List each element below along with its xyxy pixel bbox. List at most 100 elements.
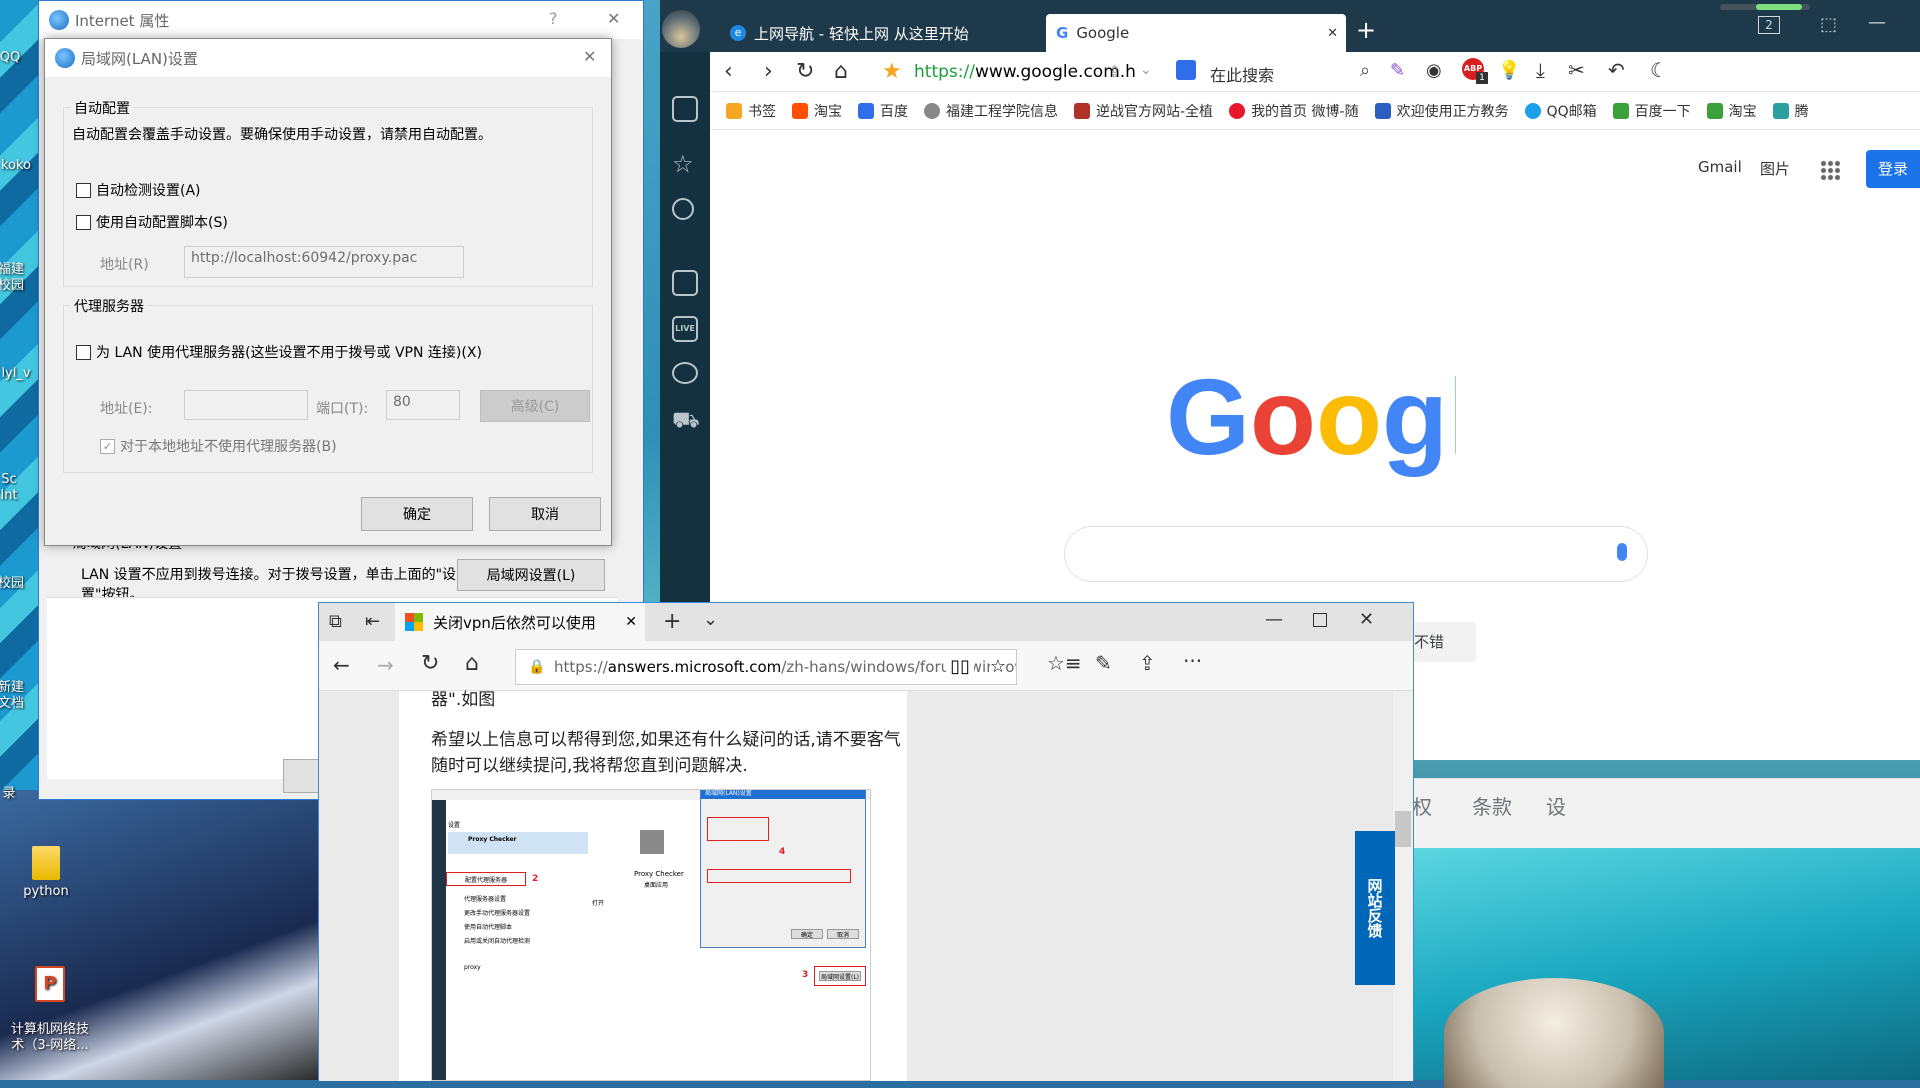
bookmark-item[interactable]: 淘宝 (1706, 101, 1757, 121)
close-icon[interactable]: ✕ (1359, 609, 1374, 630)
undo-icon[interactable]: ↶ (1608, 58, 1625, 82)
tab-close-icon[interactable]: ✕ (1327, 26, 1338, 41)
advanced-button[interactable]: 高级(C) (480, 390, 590, 422)
close-button[interactable]: ✕ (607, 9, 620, 28)
desktop-icon-campus[interactable]: 校园 (0, 576, 36, 592)
bookmark-item[interactable]: 腾 (1772, 101, 1809, 121)
back-icon[interactable]: ‹ (724, 60, 733, 84)
script-address-input[interactable]: http://localhost:60942/proxy.pac (184, 246, 464, 278)
desktop-icon-fujian[interactable]: 福建 校园 (0, 262, 36, 294)
window-count-badge[interactable]: 2 (1758, 16, 1780, 34)
home-icon[interactable]: ⌂ (465, 651, 479, 676)
tab-navigation[interactable]: e 上网导航 - 轻快上网 从这里开始 (720, 14, 1036, 52)
sidebar-live-icon[interactable]: LIVE (672, 316, 698, 342)
more-menu-icon[interactable]: ··· (1183, 649, 1202, 673)
scrollbar-thumb[interactable] (1395, 811, 1411, 847)
maximize-icon[interactable] (1313, 613, 1327, 627)
user-avatar[interactable] (662, 10, 700, 48)
reading-view-icon[interactable]: ▯▯ (946, 650, 974, 684)
bookmark-item[interactable]: 欢迎使用正方教务 (1374, 101, 1509, 121)
skin-icon[interactable]: ⬚ (1820, 14, 1837, 35)
desktop-icon-python[interactable]: python (6, 846, 86, 900)
pen-extension-icon[interactable]: ✎ (1390, 60, 1405, 81)
share-icon[interactable]: ⇪ (1139, 651, 1156, 675)
forward-icon[interactable]: › (764, 60, 773, 84)
minimize-icon[interactable]: — (1868, 12, 1886, 33)
desktop-icon-label: 新建 文档 (0, 680, 24, 711)
settings-link[interactable]: 设 (1546, 791, 1566, 820)
new-tab-button[interactable]: + (1356, 16, 1376, 44)
sidebar-search-icon[interactable] (672, 198, 694, 220)
bookmark-item[interactable]: 逆战官方网站-全植 (1074, 101, 1213, 121)
close-button[interactable]: ✕ (583, 47, 596, 66)
address-bar[interactable]: https://www.google.com.h (914, 62, 1136, 82)
desktop-icon-newdoc[interactable]: 新建 文档 (0, 680, 36, 712)
images-link[interactable]: 图片 (1760, 158, 1790, 179)
back-icon[interactable]: ← (333, 653, 350, 677)
gmail-link[interactable]: Gmail (1698, 158, 1742, 176)
login-button[interactable]: 登录 (1866, 150, 1920, 188)
tab-google[interactable]: G Google ✕ (1046, 14, 1346, 52)
screenshot-scissors-icon[interactable]: ✂ (1568, 58, 1585, 82)
set-aside-tabs-icon[interactable]: ⇤ (365, 611, 380, 632)
web-note-icon[interactable]: ✎ (1095, 651, 1112, 675)
favorites-hub-icon[interactable]: ☆≡ (1047, 651, 1082, 675)
desktop-icon-sc[interactable]: Sc Int (0, 472, 34, 504)
refresh-icon[interactable]: ↻ (421, 651, 439, 676)
sidebar-cart-icon[interactable]: ⛟ (672, 408, 700, 436)
sidebar-notes-icon[interactable] (672, 96, 698, 122)
ok-button[interactable]: 确定 (361, 497, 473, 531)
bookmark-item[interactable]: 百度一下 (1612, 101, 1691, 121)
search-icon[interactable]: ⌕ (1360, 60, 1370, 81)
apps-grid-icon[interactable] (1820, 160, 1840, 180)
favorite-star-icon[interactable]: ☆ (989, 650, 1006, 684)
port-input[interactable]: 80 (386, 390, 460, 420)
share-icon[interactable]: ⇪ (1108, 62, 1121, 81)
bookmark-item[interactable]: 淘宝 (792, 101, 842, 121)
microphone-icon[interactable] (1617, 543, 1627, 561)
new-tab-icon[interactable]: + (663, 609, 681, 634)
search-engine-icon[interactable] (1176, 60, 1196, 80)
tab-list-chevron-icon[interactable]: ⌄ (703, 609, 718, 630)
forward-icon[interactable]: → (377, 653, 394, 677)
refresh-icon[interactable]: ↻ (796, 60, 814, 84)
desktop-icon-qq[interactable]: QQ (0, 50, 40, 66)
help-button[interactable]: ? (549, 9, 558, 28)
site-feedback-button[interactable]: 网站反馈 (1355, 831, 1395, 985)
bookmark-item[interactable]: QQ邮箱 (1524, 101, 1597, 121)
lan-settings-button[interactable]: 局域网设置(L) (457, 559, 605, 591)
night-mode-icon[interactable]: ☾ (1650, 58, 1668, 82)
search-input[interactable]: 在此搜索 (1210, 62, 1274, 86)
weibo-extension-icon[interactable]: ◉ (1426, 60, 1442, 81)
lan-dialog-titlebar[interactable]: 局域网(LAN)设置 (45, 39, 611, 77)
download-icon[interactable]: ⤓ (1536, 58, 1545, 82)
sidebar-favorites-icon[interactable]: ☆ (672, 150, 694, 178)
edge-address-bar[interactable]: 🔒 https://answers.microsoft.com/zh-hans/… (515, 649, 1017, 685)
terms-link[interactable]: 条款 (1472, 791, 1512, 820)
favorite-star-icon[interactable]: ★ (882, 60, 902, 84)
google-search-box[interactable] (1064, 526, 1648, 582)
edge-scrollbar[interactable] (1393, 691, 1413, 1081)
bookmark-item[interactable]: 我的首页 微博-随 (1229, 101, 1359, 121)
bookmark-item[interactable]: 福建工程学院信息 (924, 101, 1058, 121)
home-icon[interactable]: ⌂ (834, 60, 848, 84)
sidebar-video-icon[interactable] (672, 270, 698, 296)
tab-preview-icon[interactable]: ⧉ (329, 611, 342, 632)
cancel-button[interactable]: 取消 (489, 497, 601, 531)
use-script-checkbox[interactable]: 使用自动配置脚本(S) (76, 212, 228, 232)
proxy-address-input[interactable] (184, 390, 308, 420)
bypass-local-checkbox[interactable]: ✓ 对于本地地址不使用代理服务器(B) (100, 436, 337, 456)
sidebar-chat-icon[interactable] (672, 362, 698, 384)
desktop-icon-ppt[interactable]: P 计算机网络技 术（3-网络... (0, 950, 100, 1054)
edge-tab[interactable]: 关闭vpn后依然可以使用 ✕ (395, 603, 645, 641)
bookmark-favorites[interactable]: 书签 (726, 101, 776, 121)
minimize-icon[interactable]: — (1265, 609, 1283, 630)
desktop-icon-record[interactable]: 录 (0, 786, 34, 802)
lightbulb-icon[interactable]: 💡 (1498, 60, 1520, 81)
auto-detect-checkbox[interactable]: 自动检测设置(A) (76, 180, 201, 200)
use-proxy-checkbox[interactable]: 为 LAN 使用代理服务器(这些设置不用于拨号或 VPN 连接)(X) (76, 342, 482, 362)
tab-close-icon[interactable]: ✕ (625, 614, 637, 630)
url-dropdown-icon[interactable]: ⌄ (1140, 62, 1152, 78)
partial-button[interactable] (283, 759, 323, 793)
bookmark-item[interactable]: 百度 (858, 101, 908, 121)
